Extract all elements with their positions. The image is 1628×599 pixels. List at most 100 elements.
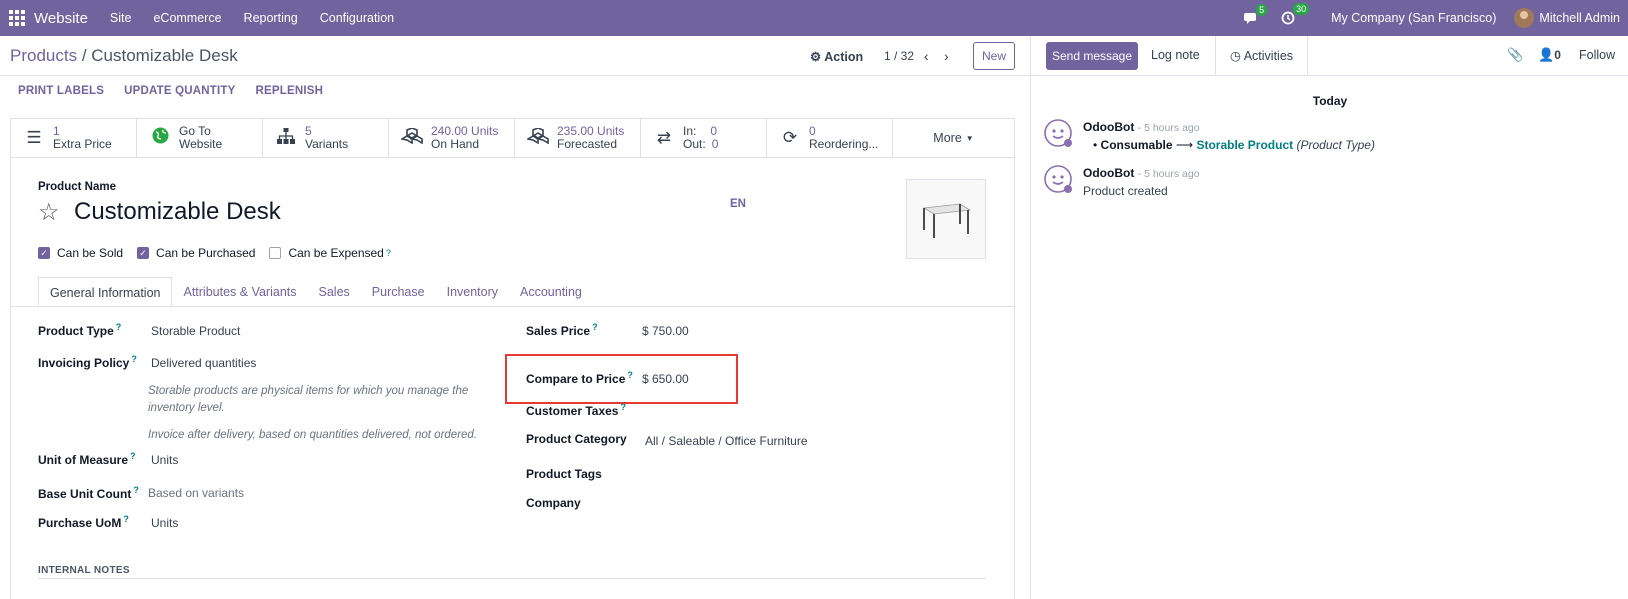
invoicing-policy-label: Invoicing Policy? (38, 354, 137, 370)
pager-previous-icon[interactable]: ‹ (924, 48, 929, 64)
invoicing-policy-field[interactable]: Delivered quantities (151, 356, 256, 370)
smart-label: On Hand (431, 137, 480, 151)
star-icon[interactable]: ☆ (38, 198, 60, 227)
smart-button-variants[interactable]: 5 Variants (263, 119, 389, 157)
header-buttons: PRINT LABELS UPDATE QUANTITY REPLENISH (18, 85, 323, 97)
apps-menu-button[interactable] (0, 0, 34, 36)
more-label: More (933, 131, 962, 145)
user-icon: 👤 (1538, 47, 1555, 62)
language-button[interactable]: EN (730, 198, 746, 210)
breadcrumb-current: Customizable Desk (91, 46, 238, 65)
user-menu[interactable]: Mitchell Admin (1539, 11, 1620, 25)
app-brand[interactable]: Website (34, 10, 88, 27)
product-options: ✓ Can be Sold ✓ Can be Purchased Can be Ex… (38, 246, 391, 260)
grid-icon (9, 10, 25, 26)
follow-button[interactable]: Follow (1579, 48, 1615, 62)
in-value: 0 (710, 124, 718, 138)
smart-label: Forecasted (557, 137, 618, 151)
message-date: - 5 hours ago (1137, 168, 1200, 180)
invoicing-policy-help: Invoice after delivery, based on quantit… (148, 429, 478, 441)
refresh-icon: ⟳ (782, 128, 798, 147)
tab-general-information[interactable]: General Information (38, 277, 173, 307)
caret-down-icon: ▼ (965, 133, 974, 143)
cubes-icon (399, 126, 423, 149)
can-be-purchased-checkbox[interactable]: ✓ Can be Purchased (137, 246, 255, 260)
cubes-icon (525, 126, 549, 149)
menu-reporting[interactable]: Reporting (244, 11, 298, 25)
odoobot-avatar[interactable] (1043, 118, 1073, 148)
arrow-right-icon: ⟶ (1175, 138, 1194, 152)
tab-accounting[interactable]: Accounting (509, 277, 593, 307)
control-panel: Products / Customizable Desk ⚙ Action 1 … (0, 36, 1030, 76)
product-name-field[interactable]: Customizable Desk (74, 198, 281, 226)
activities-badge: 30 (1293, 3, 1310, 15)
base-unit-count-label: Base Unit Count? (38, 485, 139, 501)
smart-label: Reordering... (809, 137, 879, 151)
sales-price-field[interactable]: $ 750.00 (642, 324, 689, 338)
smart-button-in-out[interactable]: ⇄ In: 0 Out: 0 (641, 119, 767, 157)
send-message-button[interactable]: Send message (1046, 42, 1138, 70)
out-value: 0 (711, 137, 719, 151)
update-quantity-button[interactable]: UPDATE QUANTITY (124, 85, 235, 97)
tab-inventory[interactable]: Inventory (436, 277, 509, 307)
pager-value[interactable]: 1 / 32 (884, 49, 914, 63)
smart-buttons: ☰ 1 Extra Price Go To Website 5 Variants 24… (10, 118, 1015, 158)
product-image[interactable] (906, 179, 986, 259)
uom-label: Unit of Measure? (38, 451, 136, 467)
smart-label: Website (179, 137, 223, 151)
more-button[interactable]: More ▼ (893, 119, 1014, 157)
user-avatar[interactable] (1514, 8, 1535, 28)
purchase-uom-field[interactable]: Units (151, 516, 178, 530)
help-tooltip-icon[interactable]: ? (386, 248, 391, 258)
menu-ecommerce[interactable]: eCommerce (153, 11, 221, 25)
replenish-button[interactable]: REPLENISH (256, 85, 324, 97)
product-type-label: Product Type? (38, 322, 122, 338)
menu-configuration[interactable]: Configuration (320, 11, 394, 25)
globe-icon (149, 127, 171, 149)
messaging-button[interactable]: 5 (1244, 3, 1268, 25)
clock-icon (1281, 11, 1295, 25)
activities-button[interactable]: ◷ Activities (1215, 36, 1309, 76)
activities-button[interactable]: 30 (1281, 3, 1310, 25)
odoobot-avatar[interactable] (1043, 164, 1073, 194)
uom-field[interactable]: Units (151, 453, 178, 467)
action-menu-button[interactable]: ⚙ Action (810, 49, 863, 64)
smart-button-reordering[interactable]: ⟳ 0 Reordering... (767, 119, 893, 157)
can-be-sold-checkbox[interactable]: ✓ Can be Sold (38, 246, 123, 260)
print-labels-button[interactable]: PRINT LABELS (18, 85, 104, 97)
breadcrumb-products[interactable]: Products (10, 46, 77, 65)
smart-button-extra-price[interactable]: ☰ 1 Extra Price (11, 119, 137, 157)
product-category-field[interactable]: All / Saleable / Office Furniture (645, 434, 808, 448)
tab-sales[interactable]: Sales (308, 277, 361, 307)
paperclip-icon[interactable]: 📎 (1507, 47, 1523, 63)
new-button[interactable]: New (973, 42, 1015, 70)
pager-next-icon[interactable]: › (944, 48, 949, 64)
tab-divider (10, 306, 1015, 307)
company-label: Company (526, 496, 581, 510)
log-note-button[interactable]: Log note (1151, 48, 1200, 62)
can-be-expensed-checkbox[interactable]: Can be Expensed? (269, 246, 391, 260)
followers-button[interactable]: 👤0 (1538, 47, 1561, 63)
base-unit-count-field: Based on variants (148, 486, 245, 500)
product-type-field[interactable]: Storable Product (151, 324, 240, 338)
desk-icon (922, 203, 972, 238)
internal-notes-heading: INTERNAL NOTES (38, 565, 130, 576)
out-label: Out: (683, 137, 706, 151)
messages-badge: 5 (1256, 3, 1268, 16)
message-author: OdooBot - 5 hours ago (1083, 166, 1200, 180)
tab-purchase[interactable]: Purchase (361, 277, 436, 307)
smart-button-website[interactable]: Go To Website (137, 119, 263, 157)
product-type-help: Storable products are physical items for… (148, 385, 469, 414)
smart-button-on-hand[interactable]: 240.00 Units On Hand (389, 119, 515, 157)
date-separator: Today (1312, 94, 1348, 108)
message-body: Product created (1083, 184, 1168, 198)
menu-site[interactable]: Site (110, 11, 132, 25)
company-switcher[interactable]: My Company (San Francisco) (1331, 11, 1496, 25)
smart-button-forecasted[interactable]: 235.00 Units Forecasted (515, 119, 641, 157)
notebook-tabs: General Information Attributes & Variant… (38, 277, 593, 307)
message-date: - 5 hours ago (1137, 122, 1200, 134)
list-icon: ☰ (26, 128, 42, 147)
tab-attributes-variants[interactable]: Attributes & Variants (172, 277, 307, 307)
product-tags-label: Product Tags (526, 467, 602, 481)
message-author: OdooBot - 5 hours ago (1083, 120, 1200, 134)
